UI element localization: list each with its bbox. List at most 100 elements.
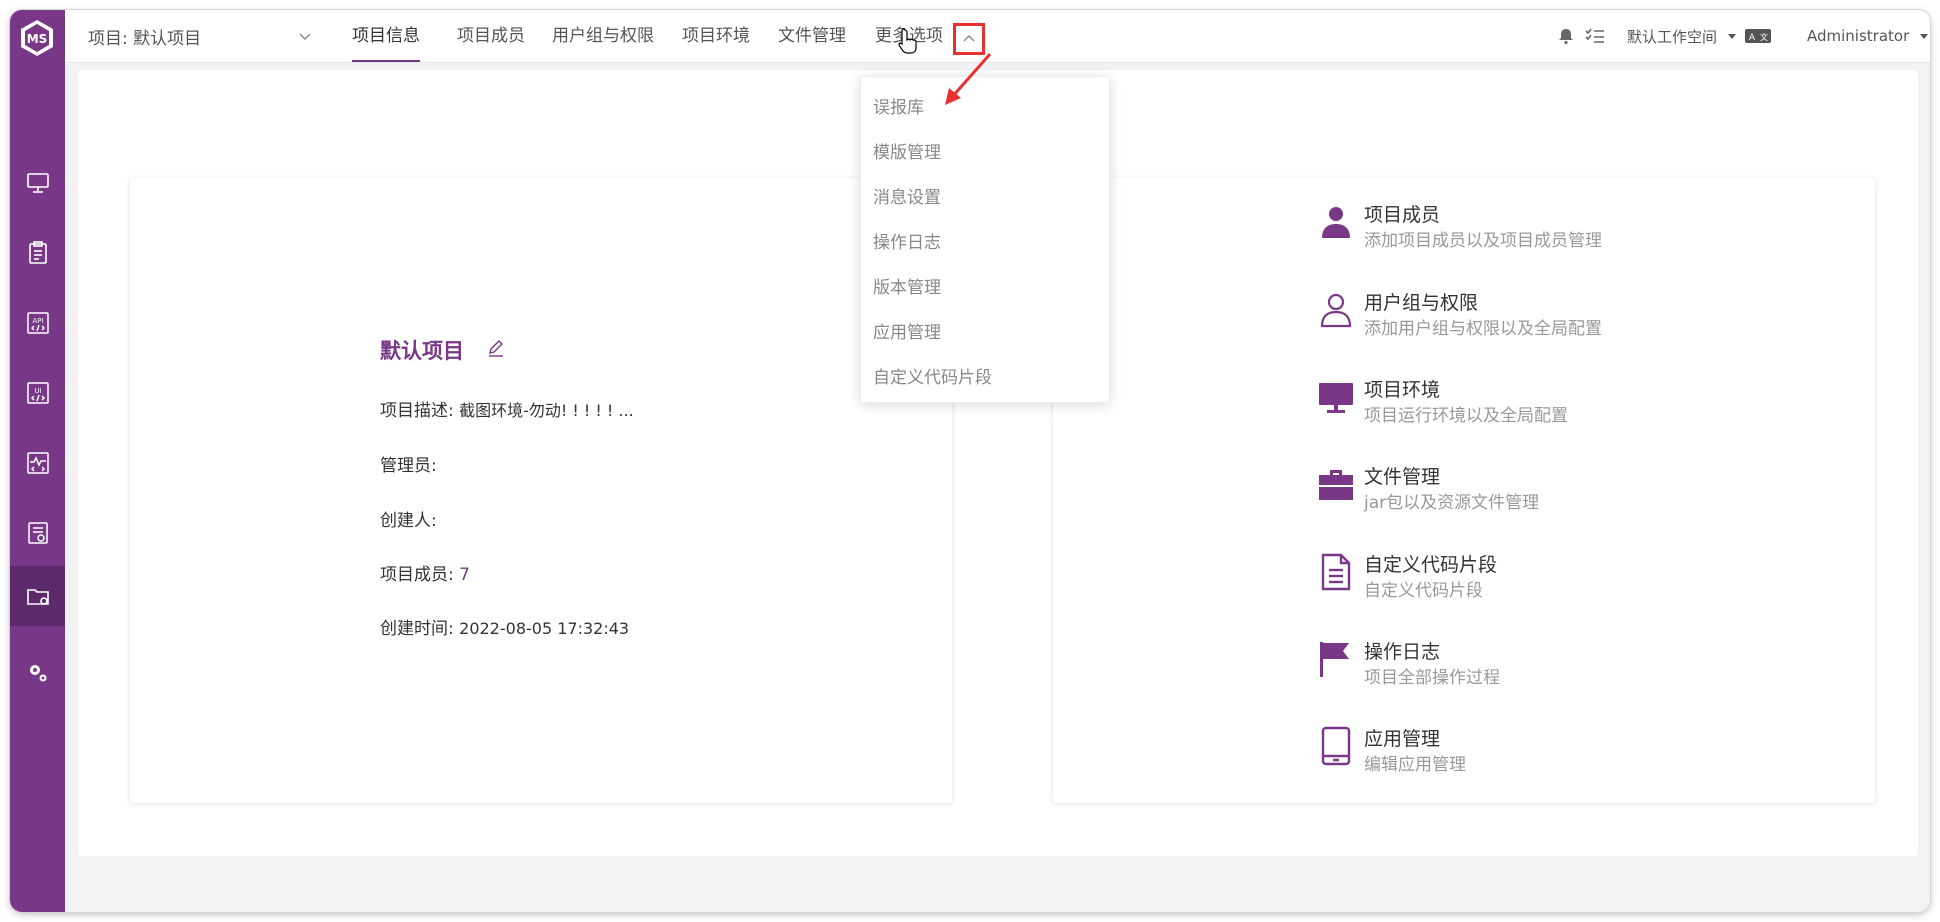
tab-project-environment[interactable]: 项目环境 bbox=[682, 10, 750, 62]
feature-project-members[interactable]: 项目成员 添加项目成员以及项目成员管理 bbox=[1316, 192, 1816, 252]
monitor-icon bbox=[26, 173, 49, 193]
feature-title: 项目成员 bbox=[1364, 204, 1441, 226]
workspace-select[interactable]: 默认工作空间 bbox=[1627, 10, 1739, 62]
feature-project-environment[interactable]: 项目环境 项目运行环境以及全局配置 bbox=[1316, 367, 1816, 427]
feature-title: 用户组与权限 bbox=[1364, 292, 1479, 314]
tab-file-management[interactable]: 文件管理 bbox=[778, 10, 846, 62]
feature-app-management[interactable]: 应用管理 编辑应用管理 bbox=[1316, 716, 1816, 776]
sidebar-item-workstation[interactable] bbox=[10, 153, 65, 213]
metersphere-logo-icon[interactable]: MS bbox=[17, 18, 57, 58]
dropdown-item-custom-code-snippets[interactable]: 自定义代码片段 bbox=[873, 363, 992, 388]
user-filled-icon bbox=[1322, 207, 1350, 238]
info-row-created-time: 创建时间: 2022-08-05 17:32:43 bbox=[380, 614, 629, 639]
briefcase-icon bbox=[1319, 470, 1353, 500]
more-options-dropdown: 误报库 模版管理 消息设置 操作日志 版本管理 应用管理 自定义代码片段 bbox=[860, 76, 1110, 403]
project-name: 默认项目 bbox=[380, 339, 464, 363]
sidebar-item-ui[interactable]: UI bbox=[10, 363, 65, 423]
more-options-toggle[interactable] bbox=[953, 23, 985, 55]
info-label: 管理员: bbox=[380, 456, 437, 476]
bell-icon bbox=[1559, 29, 1573, 45]
dropdown-item-app-management[interactable]: 应用管理 bbox=[873, 318, 941, 343]
feature-file-management[interactable]: 文件管理 jar包以及资源文件管理 bbox=[1316, 454, 1816, 514]
feature-desc: 添加用户组与权限以及全局配置 bbox=[1364, 319, 1602, 339]
svg-text:MS: MS bbox=[27, 32, 48, 46]
tab-more-options[interactable]: 更多选项 bbox=[875, 10, 943, 62]
svg-text:A: A bbox=[1749, 33, 1756, 43]
info-label: 创建人: bbox=[380, 511, 437, 531]
feature-custom-code-snippets[interactable]: 自定义代码片段 自定义代码片段 bbox=[1316, 542, 1816, 602]
info-row-creator: 创建人: bbox=[380, 506, 437, 531]
info-value[interactable]: 7 bbox=[459, 565, 470, 585]
sidebar-item-project[interactable] bbox=[10, 566, 65, 626]
api-icon: API bbox=[26, 312, 49, 334]
svg-text:文: 文 bbox=[1760, 32, 1768, 42]
info-value: 2022-08-05 17:32:43 bbox=[459, 619, 630, 638]
feature-desc: 编辑应用管理 bbox=[1364, 755, 1466, 775]
flag-icon bbox=[1320, 642, 1349, 677]
monitor-icon bbox=[1319, 383, 1353, 413]
info-label: 项目描述: bbox=[380, 401, 454, 421]
feature-desc: 项目运行环境以及全局配置 bbox=[1364, 406, 1568, 426]
dropdown-item-operation-log[interactable]: 操作日志 bbox=[873, 228, 941, 253]
sidebar-item-settings[interactable] bbox=[10, 643, 65, 703]
document-icon bbox=[1321, 553, 1351, 591]
feature-list-card: 项目成员 添加项目成员以及项目成员管理 用户组与权限 添加用户组与权限以及全局配… bbox=[1053, 178, 1875, 803]
feature-user-group-permissions[interactable]: 用户组与权限 添加用户组与权限以及全局配置 bbox=[1316, 280, 1816, 340]
info-value: 截图环境-勿动! ! ! ! ! ... bbox=[459, 401, 634, 420]
chevron-down-icon bbox=[299, 33, 311, 40]
project-folder-icon bbox=[26, 589, 49, 605]
settings-gears-icon bbox=[29, 665, 46, 682]
info-row-members: 项目成员: 7 bbox=[380, 560, 470, 585]
feature-desc: 自定义代码片段 bbox=[1364, 581, 1483, 601]
ui-icon: UI bbox=[26, 382, 49, 404]
sidebar: MS API UI bbox=[10, 10, 65, 912]
language-icon: A文 bbox=[1745, 29, 1771, 43]
workspace-label: 默认工作空间 bbox=[1627, 27, 1718, 46]
sidebar-item-track[interactable] bbox=[10, 223, 65, 283]
notification-button[interactable] bbox=[1557, 10, 1575, 62]
tab-project-members[interactable]: 项目成员 bbox=[457, 10, 525, 62]
performance-icon bbox=[26, 452, 49, 474]
sidebar-item-performance[interactable] bbox=[10, 433, 65, 493]
sidebar-item-api[interactable]: API bbox=[10, 293, 65, 353]
edit-pencil-icon[interactable] bbox=[486, 338, 506, 358]
feature-desc: 添加项目成员以及项目成员管理 bbox=[1364, 231, 1602, 251]
tab-project-info[interactable]: 项目信息 bbox=[352, 10, 420, 62]
info-row-admin: 管理员: bbox=[380, 451, 437, 476]
sidebar-item-report[interactable] bbox=[10, 503, 65, 563]
task-list-button[interactable] bbox=[1585, 10, 1605, 62]
chevron-up-icon bbox=[963, 35, 975, 42]
project-info-card: 默认项目 项目描述: 截图环境-勿动! ! ! ! ! ... 管理员: 创建人… bbox=[130, 178, 952, 803]
dropdown-item-template-management[interactable]: 模版管理 bbox=[873, 138, 941, 163]
task-list-icon bbox=[1585, 28, 1604, 43]
top-header: 项目: 默认项目 项目信息 项目成员 用户组与权限 项目环境 文件管理 更多选项… bbox=[65, 10, 1930, 63]
dropdown-item-message-settings[interactable]: 消息设置 bbox=[873, 183, 941, 208]
caret-down-icon bbox=[1728, 34, 1737, 39]
tab-user-group-permissions[interactable]: 用户组与权限 bbox=[552, 10, 654, 62]
feature-title: 自定义代码片段 bbox=[1364, 554, 1498, 576]
feature-title: 应用管理 bbox=[1364, 728, 1441, 750]
report-icon bbox=[27, 522, 48, 544]
svg-text:API: API bbox=[32, 317, 43, 325]
info-row-description: 项目描述: 截图环境-勿动! ! ! ! ! ... bbox=[380, 396, 634, 421]
feature-title: 项目环境 bbox=[1364, 379, 1441, 401]
caret-down-icon bbox=[1920, 34, 1929, 39]
user-menu[interactable]: Administrator bbox=[1807, 10, 1930, 62]
dropdown-item-version-management[interactable]: 版本管理 bbox=[873, 273, 941, 298]
feature-desc: jar包以及资源文件管理 bbox=[1364, 493, 1540, 513]
tablet-icon bbox=[1321, 726, 1351, 766]
feature-operation-log[interactable]: 操作日志 项目全部操作过程 bbox=[1316, 629, 1816, 689]
info-label: 项目成员: bbox=[380, 565, 454, 585]
dropdown-item-false-positive-library[interactable]: 误报库 bbox=[873, 93, 924, 118]
user-name: Administrator bbox=[1807, 27, 1910, 45]
project-select-label: 项目: 默认项目 bbox=[88, 28, 202, 49]
app-window: MS API UI 项目: 默认项目 项目信息 项目成员 用户组与权限 项目环境… bbox=[10, 10, 1930, 912]
language-switch[interactable]: A文 bbox=[1745, 10, 1771, 62]
feature-title: 操作日志 bbox=[1364, 641, 1441, 663]
info-label: 创建时间: bbox=[380, 619, 454, 639]
project-select[interactable]: 项目: 默认项目 bbox=[88, 10, 313, 62]
svg-text:UI: UI bbox=[34, 387, 41, 395]
feature-title: 文件管理 bbox=[1364, 466, 1441, 488]
user-outline-icon bbox=[1320, 293, 1352, 328]
clipboard-icon bbox=[28, 241, 47, 264]
